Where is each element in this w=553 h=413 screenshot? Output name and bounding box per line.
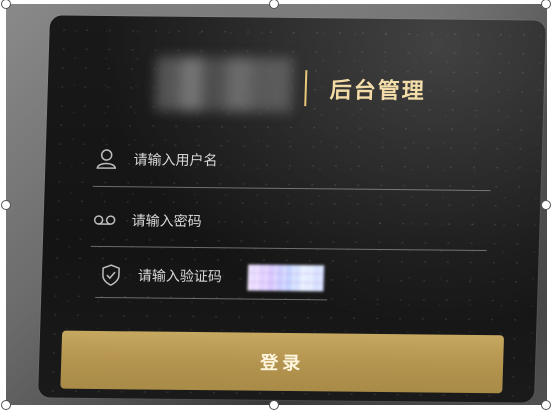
screen-photo: 后台管理 请输入用户名 请输入密码 请输入验证码 登录 [6, 4, 547, 405]
header-divider [304, 70, 308, 107]
login-button[interactable]: 登录 [60, 330, 505, 394]
login-panel: 后台管理 请输入用户名 请输入密码 请输入验证码 登录 [38, 15, 546, 403]
password-underline [90, 245, 487, 252]
resize-handle-top-right[interactable] [541, 0, 551, 9]
shield-icon [98, 262, 125, 288]
resize-handle-middle-right[interactable] [541, 200, 551, 210]
resize-handle-middle-left[interactable] [1, 200, 11, 210]
password-placeholder: 请输入密码 [131, 213, 202, 231]
password-field[interactable]: 请输入密码 [91, 207, 202, 234]
resize-handle-bottom-right[interactable] [541, 400, 551, 410]
voicemail-icon [91, 207, 118, 233]
username-field[interactable]: 请输入用户名 [93, 146, 218, 173]
resize-handle-bottom-middle[interactable] [269, 400, 279, 410]
user-icon [93, 146, 120, 172]
captcha-image[interactable] [247, 264, 325, 292]
page-title: 后台管理 [329, 78, 427, 105]
username-underline [92, 185, 491, 192]
captcha-underline [95, 296, 328, 301]
captcha-placeholder: 请输入验证码 [137, 268, 223, 286]
blurred-logo [155, 56, 293, 112]
captcha-field[interactable]: 请输入验证码 [98, 262, 223, 289]
resize-handle-bottom-left[interactable] [1, 400, 11, 410]
username-placeholder: 请输入用户名 [133, 152, 218, 170]
